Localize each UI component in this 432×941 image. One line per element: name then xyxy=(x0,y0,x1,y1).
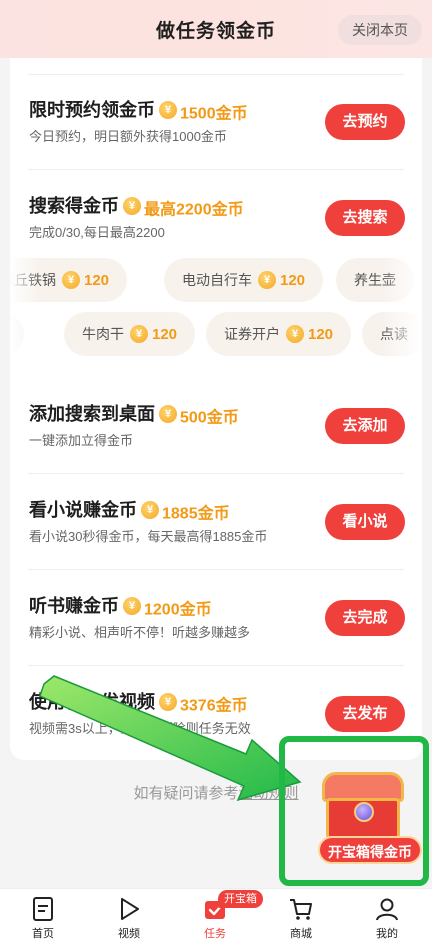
task-reward: 500金币 xyxy=(180,409,239,427)
task-item-novel: 看小说赚金币 ¥1885金币 看小说30秒得金币，每天最高得1885金币 看小说 xyxy=(10,474,422,570)
tab-profile[interactable]: 我的 xyxy=(344,889,430,941)
coin-icon: ¥ xyxy=(123,597,141,616)
tab-mall[interactable]: 商城 xyxy=(258,889,344,941)
gem-icon xyxy=(354,802,374,822)
open-treasure-button[interactable]: 开宝箱得金币 xyxy=(318,836,422,864)
publish-button[interactable]: 去发布 xyxy=(325,696,405,732)
coin-icon: ¥ xyxy=(159,405,177,424)
page-title: 做任务领金币 xyxy=(155,20,276,42)
tab-task[interactable]: 开宝箱 任务 xyxy=(172,889,263,941)
coin-icon: ¥ xyxy=(62,271,80,289)
task-reward: 最高2200金币 xyxy=(144,201,244,219)
task-title: 搜索得金币 ¥ 最高2200金币 xyxy=(29,196,244,219)
task-reward: 1885金币 xyxy=(162,505,230,523)
cart-icon xyxy=(290,899,312,920)
search-chip[interactable]: 牛肉干 ¥120 xyxy=(64,312,196,356)
header: 做任务领金币 关闭本页 xyxy=(0,0,432,58)
task-desc: 看小说30秒得金币，每天最高得1885金币 xyxy=(29,529,268,544)
task-title: 看小说赚金币 ¥1885金币 xyxy=(29,500,230,523)
coin-icon: ¥ xyxy=(159,693,177,712)
read-novel-button[interactable]: 看小说 xyxy=(325,504,405,540)
reserve-button[interactable]: 去预约 xyxy=(325,104,405,140)
task-title: 添加搜索到桌面 ¥500金币 xyxy=(29,404,239,427)
play-icon xyxy=(121,898,139,920)
home-icon xyxy=(33,897,53,921)
task-desc: 精彩小说、相声听不停！听越多赚越多 xyxy=(29,625,251,640)
coin-icon: ¥ xyxy=(130,325,148,343)
task-title: 限时预约领金币 ¥1500金币 xyxy=(29,100,248,123)
task-item-reserve: 限时预约领金币 ¥1500金币 今日预约，明日额外获得1000金币 去预约 xyxy=(10,74,422,170)
task-desc: 一键添加立得金币 xyxy=(29,433,134,448)
task-title: 听书赚金币 ¥1200金币 xyxy=(29,596,212,619)
task-desc: 完成0/30,每日最高2200 xyxy=(29,225,165,240)
treasure-chest-icon[interactable] xyxy=(322,772,404,844)
search-chip[interactable]: 证券开户 ¥120 xyxy=(206,312,352,356)
tab-video[interactable]: 视频 xyxy=(86,889,172,941)
task-desc: 视频需3s以上，赚取和删除则任务无效 xyxy=(29,721,251,736)
task-item-add-desktop: 添加搜索到桌面 ¥500金币 一键添加立得金币 去添加 xyxy=(10,378,422,474)
search-chips-row: 0 牛肉干¥120 证券开户¥120 点读 xyxy=(10,312,422,356)
task-reward: 3376金币 xyxy=(180,697,248,715)
task-list: 限时预约领金币 ¥1500金币 今日预约，明日额外获得1000金币 去预约 搜索得… xyxy=(10,58,422,760)
search-chip[interactable]: 电动自行车 ¥120 xyxy=(164,258,324,302)
coin-icon: ¥ xyxy=(286,325,304,343)
coin-icon: ¥ xyxy=(141,501,159,520)
tab-home[interactable]: 首页 xyxy=(0,889,86,941)
coin-icon: ¥ xyxy=(159,101,177,120)
tab-badge: 开宝箱 xyxy=(218,890,263,908)
complete-button[interactable]: 去完成 xyxy=(325,600,405,636)
task-reward: 1500金币 xyxy=(180,105,248,123)
search-button[interactable]: 去搜索 xyxy=(325,200,405,236)
close-page-button[interactable]: 关闭本页 xyxy=(338,15,422,45)
coin-icon: ¥ xyxy=(123,197,141,216)
task-desc: 今日预约，明日额外获得1000金币 xyxy=(29,129,227,144)
task-item-search: 搜索得金币 ¥ 最高2200金币 完成0/30,每日最高2200 去搜索 xyxy=(10,170,422,266)
search-chips-row: 章丘铁锅¥120 电动自行车¥120 养生壶 xyxy=(10,258,422,302)
profile-icon xyxy=(376,898,398,921)
task-item-audiobook: 听书赚金币 ¥1200金币 精彩小说、相声听不停！听越多赚越多 去完成 xyxy=(10,570,422,666)
coin-icon: ¥ xyxy=(258,271,276,289)
bottom-tabbar: 首页 视频 开宝箱 任务 商城 我的 xyxy=(0,888,432,941)
add-button[interactable]: 去添加 xyxy=(325,408,405,444)
task-reward: 1200金币 xyxy=(144,601,212,619)
task-title: 使用特效发视频 ¥3376金币 xyxy=(29,692,248,715)
